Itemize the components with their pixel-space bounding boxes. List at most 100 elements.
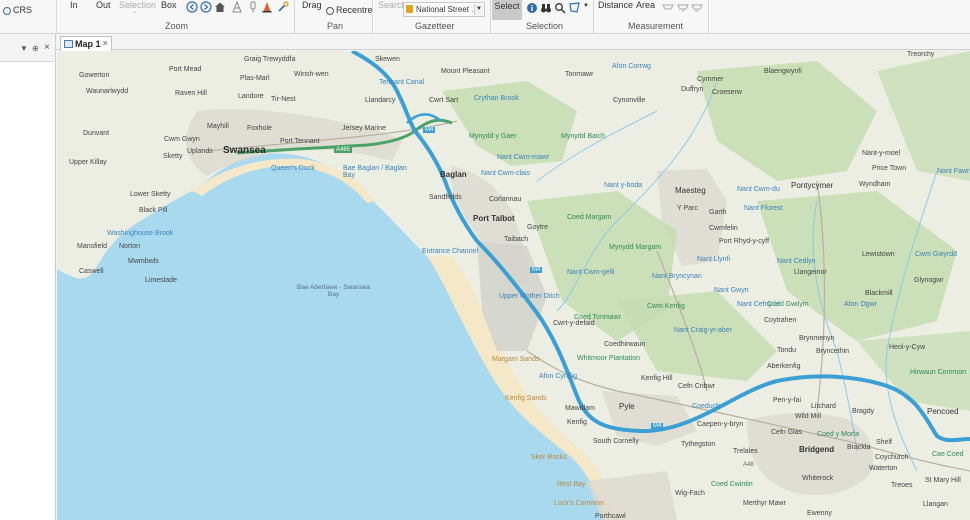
place-label: Lower Sketty (130, 191, 171, 198)
zoom-selection-button[interactable]: Selection (119, 0, 156, 10)
tools-icon[interactable] (277, 1, 289, 13)
gazetteer-group-label: Gazetteer (415, 21, 455, 31)
water-label: Nant Cedlyn (777, 258, 816, 265)
binoculars-icon[interactable] (540, 2, 552, 14)
wood-label: Coed y Morfa (817, 431, 860, 438)
close-icon[interactable]: × (103, 38, 108, 48)
place-label: Pencoed (927, 407, 959, 416)
place-label: Cwm Gwyn (164, 136, 200, 143)
polygon-select-chevron-icon[interactable]: ▼ (583, 3, 589, 9)
separator (294, 0, 295, 33)
water-label: Crythan Brook (474, 95, 519, 102)
place-label: Raven Hill (175, 90, 207, 97)
place-label: Mwmbwls (128, 258, 159, 265)
place-label: Y Parc (677, 205, 698, 212)
place-label: Cwrt-y-defaid (553, 320, 595, 327)
place-label: Llangan (923, 501, 948, 508)
place-label: Pyle (619, 402, 635, 411)
zoom-box-button[interactable]: Box (161, 0, 177, 10)
water-label: Nant Cwm-clais (481, 170, 531, 177)
separator (708, 0, 709, 33)
find-in-area-icon[interactable] (554, 2, 566, 14)
place-label: Llandarcy (365, 97, 396, 104)
pin-icon[interactable] (247, 1, 259, 13)
water-label: Nant Fforest (744, 205, 783, 212)
place-label: Bridgend (799, 445, 835, 454)
forward-icon[interactable] (200, 1, 212, 13)
gazetteer-dropdown-value: National Street ... (416, 5, 478, 14)
gazetteer-layer-dropdown[interactable]: National Street ... ▼ (403, 2, 485, 17)
recentre-button[interactable]: Recentre (326, 5, 373, 15)
pan-group-label: Pan (327, 21, 344, 31)
sea-label: Bae Abertawe - Swansea Bay (297, 284, 370, 298)
place-label: Llangeinor (794, 269, 827, 276)
pyramid-icon[interactable] (231, 1, 243, 13)
info-icon[interactable] (526, 2, 538, 14)
home-icon[interactable] (214, 1, 226, 13)
place-label: Dunvant (83, 130, 110, 137)
water-label: Entrance Channel (422, 248, 479, 255)
polygon-select-icon[interactable] (569, 2, 581, 14)
water-label: Cwm Gwyrdd (915, 251, 958, 258)
place-label: Caswell (79, 268, 104, 275)
sand-label: Kenfig Sands (505, 395, 547, 402)
pane-dropdown-icon[interactable]: ▼ (20, 44, 28, 53)
road-label: M4 (530, 267, 543, 273)
place-label: Port Rhyd-y-cyff (719, 238, 770, 245)
measurement-group-label: Measurement (628, 21, 684, 31)
place-label: Cefn Glas (771, 429, 803, 436)
place-label: Mayhill (207, 123, 229, 130)
water-label: Upper Mother Ditch (499, 293, 560, 300)
place-label: Treorchy (907, 51, 935, 58)
document-tab-strip: Map 1 × (56, 34, 970, 51)
place-label: Sketty (163, 153, 183, 160)
measure-tool-1-icon[interactable] (662, 2, 674, 14)
water-label: Washinghouse Brook (107, 230, 174, 237)
crs-button[interactable]: CRS (3, 5, 32, 15)
pane-close-icon[interactable]: × (44, 42, 50, 53)
measure-area-button[interactable]: Area (636, 0, 655, 10)
wood-label: Cwm Kenfig (647, 303, 685, 310)
place-label: Wig-Fach (675, 490, 705, 497)
place-label: Nant-y-moel (862, 150, 901, 157)
water-label: Nant Cwm-gelli (567, 269, 615, 276)
water-label: Afon Corrwg (612, 63, 651, 70)
place-label: Skewen (375, 56, 400, 63)
map-canvas[interactable]: Swansea Port Talbot Maesteg Bridgend Pen… (57, 51, 970, 520)
place-label: Litchard (811, 403, 836, 410)
select-button[interactable]: Select (492, 0, 522, 20)
zoom-in-button[interactable]: In (70, 0, 78, 10)
sand-label: Sker Rocks (531, 454, 567, 461)
measure-tool-3-icon[interactable] (691, 2, 703, 14)
place-label: Maesteg (675, 186, 706, 195)
place-label: Cefn Cribwr (678, 383, 715, 390)
tab-map-1[interactable]: Map 1 × (60, 36, 112, 51)
wood-label: Coed Margam (567, 214, 612, 221)
road-label: M4 (651, 423, 664, 429)
water-label: Nant y-boda (604, 182, 643, 189)
pan-drag-button[interactable]: Drag (302, 0, 322, 10)
wood-label: Mynydd Margam (609, 244, 662, 251)
place-label: Merthyr Mawr (743, 500, 786, 507)
place-label: Tondu (777, 347, 797, 354)
zoom-out-button[interactable]: Out (96, 0, 111, 10)
back-icon[interactable] (186, 1, 198, 13)
place-label: Plas-Marl (240, 75, 270, 82)
road-label: A48 (743, 462, 754, 468)
place-label: Cynonville (613, 97, 646, 104)
measure-tool-2-icon[interactable] (677, 2, 689, 14)
place-label: Tonmawr (565, 71, 594, 78)
wood-label: Cae Coed (932, 451, 964, 458)
place-label: Jersey Marine (342, 125, 386, 132)
pane-pin-icon[interactable]: ⊕ (32, 44, 39, 53)
water-label: Nant Llynfi (697, 256, 731, 263)
place-label: Kenfig (567, 419, 587, 426)
chevron-down-icon[interactable]: ▼ (474, 4, 483, 15)
measure-distance-button[interactable]: Distance (598, 0, 633, 10)
bridgend-urban (747, 413, 874, 495)
place-label: Sandfields (429, 194, 462, 201)
place-label: Taibach (504, 236, 529, 243)
place-label: Porthcawl (595, 513, 626, 520)
sand-label: Lock's Common (554, 500, 604, 507)
cone-icon[interactable] (261, 1, 273, 13)
